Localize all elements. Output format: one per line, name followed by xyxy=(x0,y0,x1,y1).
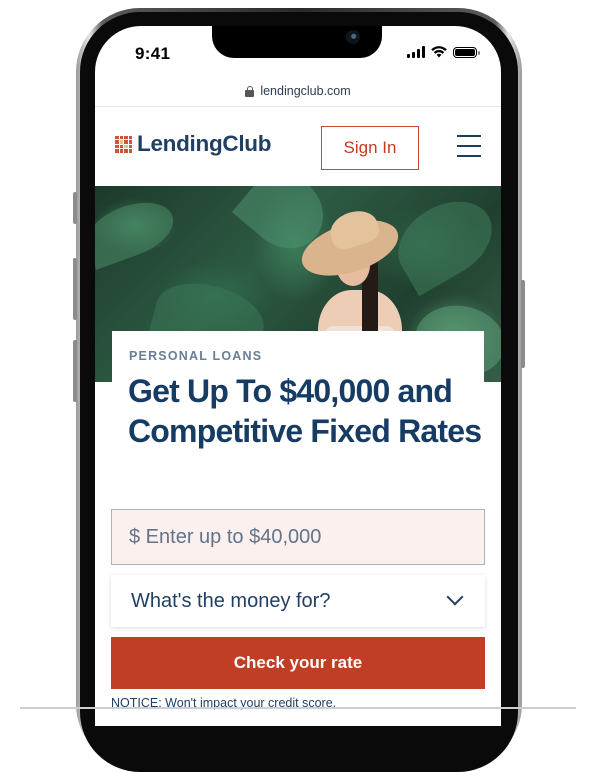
battery-icon xyxy=(453,46,480,58)
mute-switch xyxy=(73,192,77,224)
hamburger-menu-icon[interactable] xyxy=(457,135,481,157)
site-header: LendingClub Sign In xyxy=(95,107,501,186)
power-button xyxy=(521,280,525,368)
volume-up-button xyxy=(73,258,77,320)
loan-purpose-select[interactable]: What's the money for? xyxy=(111,575,485,627)
camera-icon xyxy=(346,30,360,44)
status-time: 9:41 xyxy=(135,44,171,63)
address-bar[interactable]: lendingclub.com xyxy=(95,76,501,107)
chevron-down-icon xyxy=(446,588,464,606)
lendingclub-logo[interactable]: LendingClub xyxy=(115,131,271,157)
hero-card: PERSONAL LOANS Get Up To $40,000 and Com… xyxy=(112,331,484,503)
url-text: lendingclub.com xyxy=(260,84,351,98)
notch xyxy=(212,26,382,58)
volume-down-button xyxy=(73,340,77,402)
section-eyebrow: PERSONAL LOANS xyxy=(129,349,263,363)
wifi-icon xyxy=(431,46,447,58)
check-your-rate-button[interactable]: Check your rate xyxy=(111,637,485,689)
loan-purpose-placeholder: What's the money for? xyxy=(131,589,331,612)
brand-name: LendingClub xyxy=(137,131,272,156)
logo-mark-icon xyxy=(115,135,132,153)
phone-screen: 9:41 lendingclub.com LendingClub Sign In xyxy=(95,26,501,726)
cellular-signal-icon xyxy=(407,46,425,58)
status-icons xyxy=(407,46,480,58)
sign-in-button[interactable]: Sign In xyxy=(321,126,419,170)
lock-icon xyxy=(245,85,255,97)
loan-amount-input[interactable] xyxy=(111,509,485,565)
page-headline: Get Up To $40,000 and Competitive Fixed … xyxy=(128,373,482,449)
